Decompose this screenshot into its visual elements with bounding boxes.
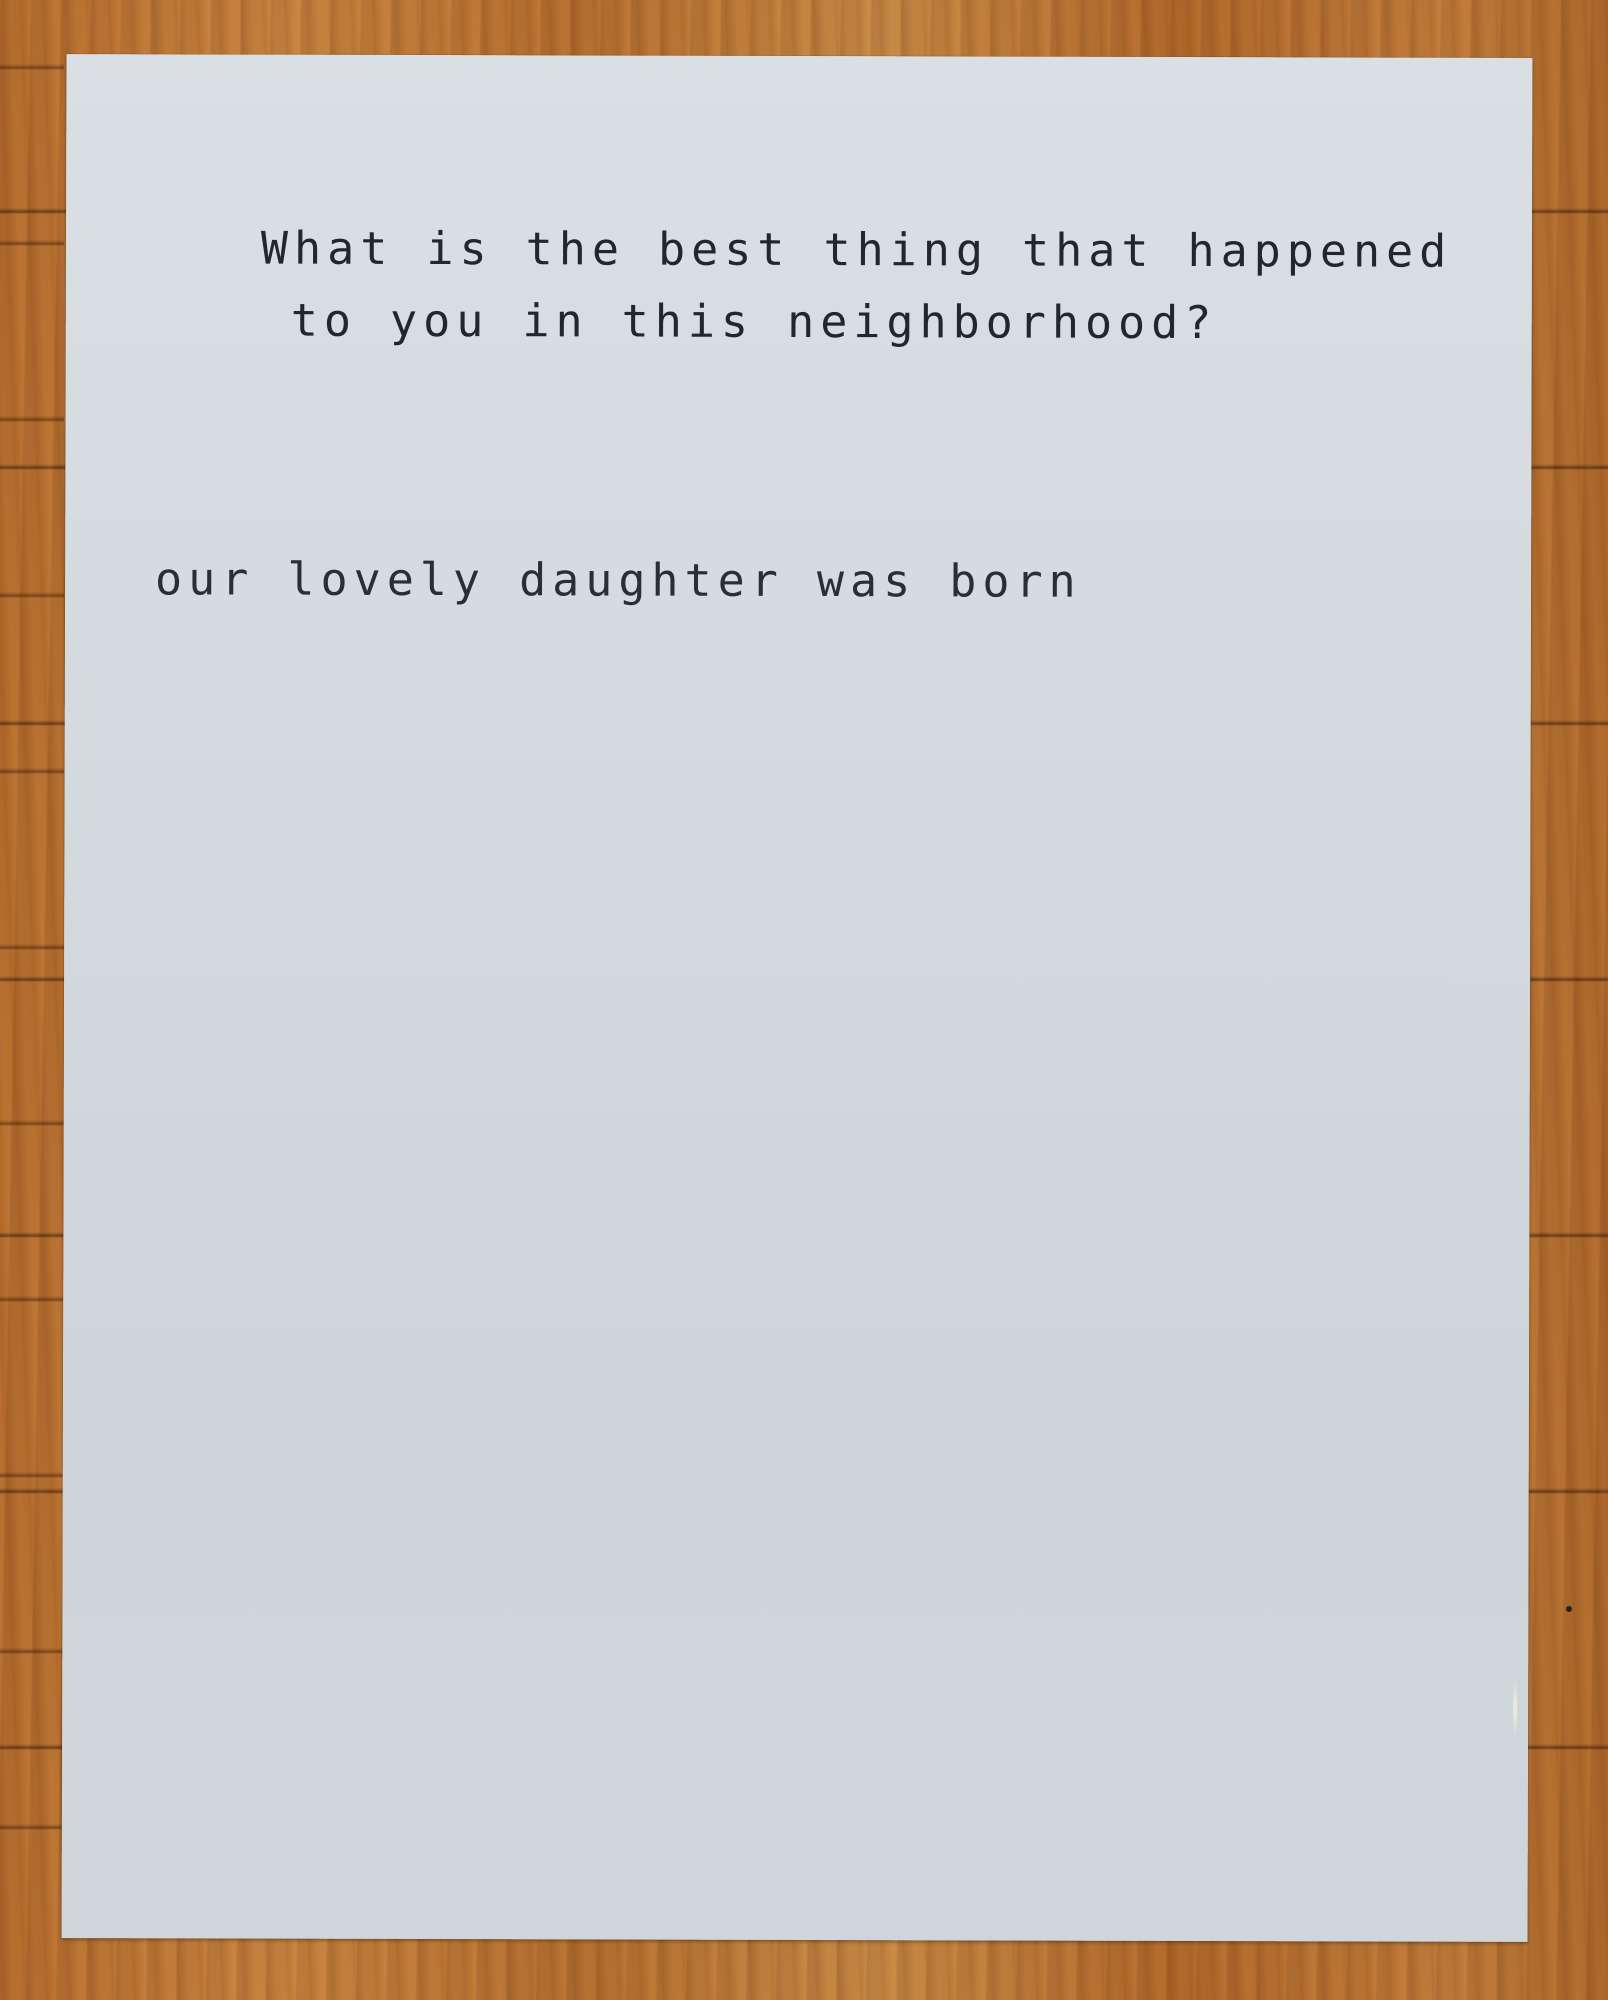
typed-answer: our lovely daughter was born xyxy=(155,552,1082,608)
question-line-1: What is the best thing that happened xyxy=(260,221,1453,278)
question-line-2: to you in this neighborhood? xyxy=(290,293,1218,350)
wood-board-seam xyxy=(0,0,64,2000)
paper-crease-mark xyxy=(1513,1677,1518,1738)
dust-speck xyxy=(1566,1606,1572,1612)
typed-question: What is the best thing that happened to … xyxy=(261,213,1453,360)
paper-sheet: What is the best thing that happened to … xyxy=(61,54,1533,1942)
